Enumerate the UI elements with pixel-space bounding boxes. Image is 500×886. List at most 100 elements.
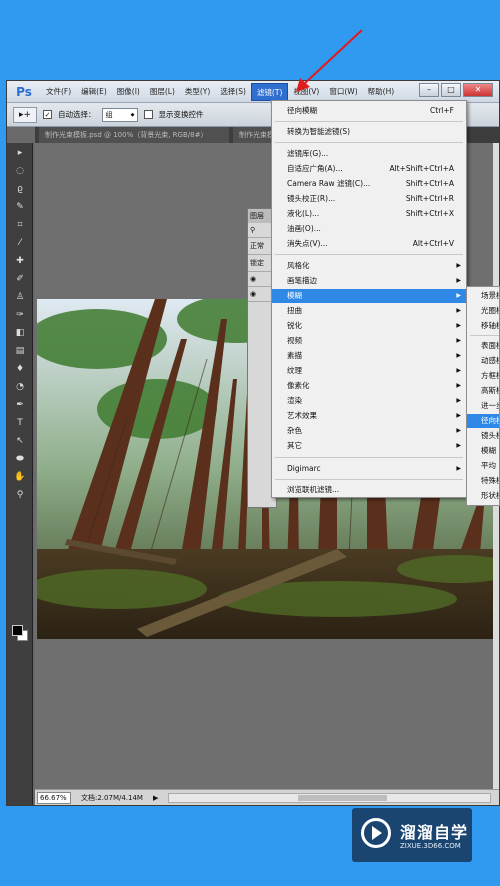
- maximize-icon[interactable]: □: [441, 83, 461, 97]
- submenu-arrow-icon: ▶: [456, 262, 461, 269]
- type-tool-icon[interactable]: T: [10, 415, 30, 431]
- submenu-average[interactable]: 平均: [467, 459, 499, 473]
- menu-help[interactable]: 帮助(H): [363, 83, 400, 101]
- auto-select-label: 自动选择：: [58, 110, 96, 119]
- menu-window[interactable]: 窗口(W): [324, 83, 362, 101]
- zoom-level-field[interactable]: 66.67%: [37, 791, 71, 804]
- submenu-arrow-icon: ▶: [456, 427, 461, 434]
- menu-vanishing-point[interactable]: 消失点(V)... Alt+Ctrl+V: [272, 237, 466, 251]
- submenu-radial-blur[interactable]: 径向模糊...: [467, 414, 499, 428]
- submenu-arrow-icon: ▶: [456, 465, 461, 472]
- brush-tool-icon[interactable]: ✐: [10, 271, 30, 287]
- quick-select-tool-icon[interactable]: ✎: [10, 199, 30, 215]
- submenu-box-blur[interactable]: 方框模糊...: [467, 369, 499, 383]
- menu-brush-strokes[interactable]: 画笔描边 ▶: [272, 274, 466, 288]
- submenu-blur-more[interactable]: 进一步模糊: [467, 399, 499, 413]
- submenu-arrow-icon: ▶: [456, 352, 461, 359]
- menu-image[interactable]: 图像(I): [112, 83, 145, 101]
- marquee-tool-icon[interactable]: ◌: [10, 163, 30, 179]
- horizontal-scrollbar[interactable]: [168, 792, 491, 803]
- lasso-tool-icon[interactable]: ϱ: [10, 181, 30, 197]
- history-brush-icon[interactable]: ✑: [10, 307, 30, 323]
- auto-select-checkbox[interactable]: ✓: [43, 110, 52, 119]
- menu-layer[interactable]: 图层(L): [145, 83, 180, 101]
- status-arrow-icon[interactable]: ▶: [153, 794, 158, 802]
- crop-tool-icon[interactable]: ⌗: [10, 217, 30, 233]
- tools-panel: ▸ ◌ ϱ ✎ ⌗ ⁄ ✚ ✐ ♙ ✑ ◧ ▤ ♦ ◔ ✒ T ↖ ⬬ ✋ ⚲: [7, 143, 33, 805]
- menu-sketch[interactable]: 素描 ▶: [272, 349, 466, 363]
- menu-oil-paint[interactable]: 油画(O)...: [272, 222, 466, 236]
- blur-tool-icon[interactable]: ♦: [10, 361, 30, 377]
- submenu-arrow-icon: ▶: [456, 307, 461, 314]
- minimize-icon[interactable]: –: [419, 83, 439, 97]
- gradient-tool-icon[interactable]: ▤: [10, 343, 30, 359]
- menu-video[interactable]: 视频 ▶: [272, 334, 466, 348]
- menu-type[interactable]: 类型(Y): [180, 83, 215, 101]
- submenu-smart-blur[interactable]: 特殊模糊...: [467, 474, 499, 488]
- menu-view[interactable]: 视图(V): [288, 83, 324, 101]
- menu-camera-raw[interactable]: Camera Raw 滤镜(C)... Shift+Ctrl+A: [272, 177, 466, 191]
- menu-render[interactable]: 渲染 ▶: [272, 394, 466, 408]
- menu-texture[interactable]: 纹理 ▶: [272, 364, 466, 378]
- shape-tool-icon[interactable]: ⬬: [10, 451, 30, 467]
- menu-filter-gallery[interactable]: 滤镜库(G)...: [272, 147, 466, 161]
- menu-artistic[interactable]: 艺术效果 ▶: [272, 409, 466, 423]
- menu-noise[interactable]: 杂色 ▶: [272, 424, 466, 438]
- document-size-info[interactable]: 文档:2.07M/4.14M: [81, 793, 143, 803]
- menu-edit[interactable]: 编辑(E): [76, 83, 112, 101]
- dodge-tool-icon[interactable]: ◔: [10, 379, 30, 395]
- menu-select[interactable]: 选择(S): [215, 83, 251, 101]
- eraser-tool-icon[interactable]: ◧: [10, 325, 30, 341]
- move-tool-icon[interactable]: ▸: [10, 145, 30, 161]
- doc-tab-1[interactable]: 制作光束模板.psd @ 100%（背景光束, RGB/8#）: [39, 127, 229, 143]
- submenu-tilt-shift[interactable]: 移轴模糊...: [467, 319, 499, 333]
- pen-tool-icon[interactable]: ✒: [10, 397, 30, 413]
- zoom-tool-icon[interactable]: ⚲: [10, 487, 30, 503]
- foreground-color-swatch[interactable]: [12, 625, 23, 636]
- close-icon[interactable]: ✕: [463, 83, 493, 97]
- menu-convert-smart-filter[interactable]: 转换为智能滤镜(S): [272, 125, 466, 139]
- stamp-tool-icon[interactable]: ♙: [10, 289, 30, 305]
- play-icon: [372, 826, 382, 840]
- submenu-shape-blur[interactable]: 形状模糊...: [467, 489, 499, 503]
- hand-tool-icon[interactable]: ✋: [10, 469, 30, 485]
- menu-browse-filters-online[interactable]: 浏览联机滤镜...: [272, 483, 466, 497]
- watermark-title: 溜溜自学: [400, 823, 469, 842]
- show-transform-checkbox[interactable]: [143, 110, 153, 119]
- menu-liquify[interactable]: 液化(L)... Shift+Ctrl+X: [272, 207, 466, 221]
- menu-last-filter[interactable]: 径向模糊 Ctrl+F: [272, 104, 466, 118]
- menu-other[interactable]: 其它 ▶: [272, 439, 466, 453]
- menu-file[interactable]: 文件(F): [41, 83, 76, 101]
- window-controls: – □ ✕: [419, 83, 493, 97]
- submenu-surface-blur[interactable]: 表面模糊...: [467, 339, 499, 353]
- menu-sharpen[interactable]: 锐化 ▶: [272, 319, 466, 333]
- menu-adaptive-wide-angle[interactable]: 自适应广角(A)... Alt+Shift+Ctrl+A: [272, 162, 466, 176]
- path-select-tool-icon[interactable]: ↖: [10, 433, 30, 449]
- blur-submenu: 场景模糊... 光圈模糊... 移轴模糊... 表面模糊... 动感模糊... …: [466, 286, 500, 506]
- submenu-iris-blur[interactable]: 光圈模糊...: [467, 304, 499, 318]
- submenu-arrow-icon: ▶: [456, 382, 461, 389]
- menu-filter[interactable]: 滤镜(T): [250, 82, 289, 101]
- eyedropper-tool-icon[interactable]: ⁄: [10, 235, 30, 251]
- submenu-blur[interactable]: 模糊: [467, 444, 499, 458]
- menu-blur[interactable]: 模糊 ▶: [272, 289, 466, 303]
- submenu-field-blur[interactable]: 场景模糊...: [467, 289, 499, 303]
- auto-select-dropdown[interactable]: 组: [101, 107, 138, 122]
- show-transform-label: 显示变换控件: [158, 110, 204, 119]
- menu-pixelate[interactable]: 像素化 ▶: [272, 379, 466, 393]
- menu-digimarc[interactable]: Digimarc ▶: [272, 462, 466, 476]
- menu-lens-correction[interactable]: 镜头校正(R)... Shift+Ctrl+R: [272, 192, 466, 206]
- healing-tool-icon[interactable]: ✚: [10, 253, 30, 269]
- submenu-motion-blur[interactable]: 动感模糊...: [467, 354, 499, 368]
- submenu-arrow-icon: ▶: [456, 322, 461, 329]
- submenu-gaussian-blur[interactable]: 高斯模糊...: [467, 384, 499, 398]
- move-tool-preset-icon[interactable]: ▸+: [13, 106, 37, 123]
- scroll-thumb[interactable]: [297, 794, 388, 801]
- menu-stylize[interactable]: 风格化 ▶: [272, 259, 466, 273]
- filter-menu: 径向模糊 Ctrl+F 转换为智能滤镜(S) 滤镜库(G)... 自适应广角(A)…: [271, 100, 467, 498]
- submenu-arrow-icon: ▶: [456, 337, 461, 344]
- submenu-arrow-icon: ▶: [456, 292, 461, 299]
- menu-items: 文件(F) 编辑(E) 图像(I) 图层(L) 类型(Y) 选择(S) 滤镜(T…: [41, 82, 400, 101]
- menu-distort[interactable]: 扭曲 ▶: [272, 304, 466, 318]
- submenu-lens-blur[interactable]: 镜头模糊...: [467, 429, 499, 443]
